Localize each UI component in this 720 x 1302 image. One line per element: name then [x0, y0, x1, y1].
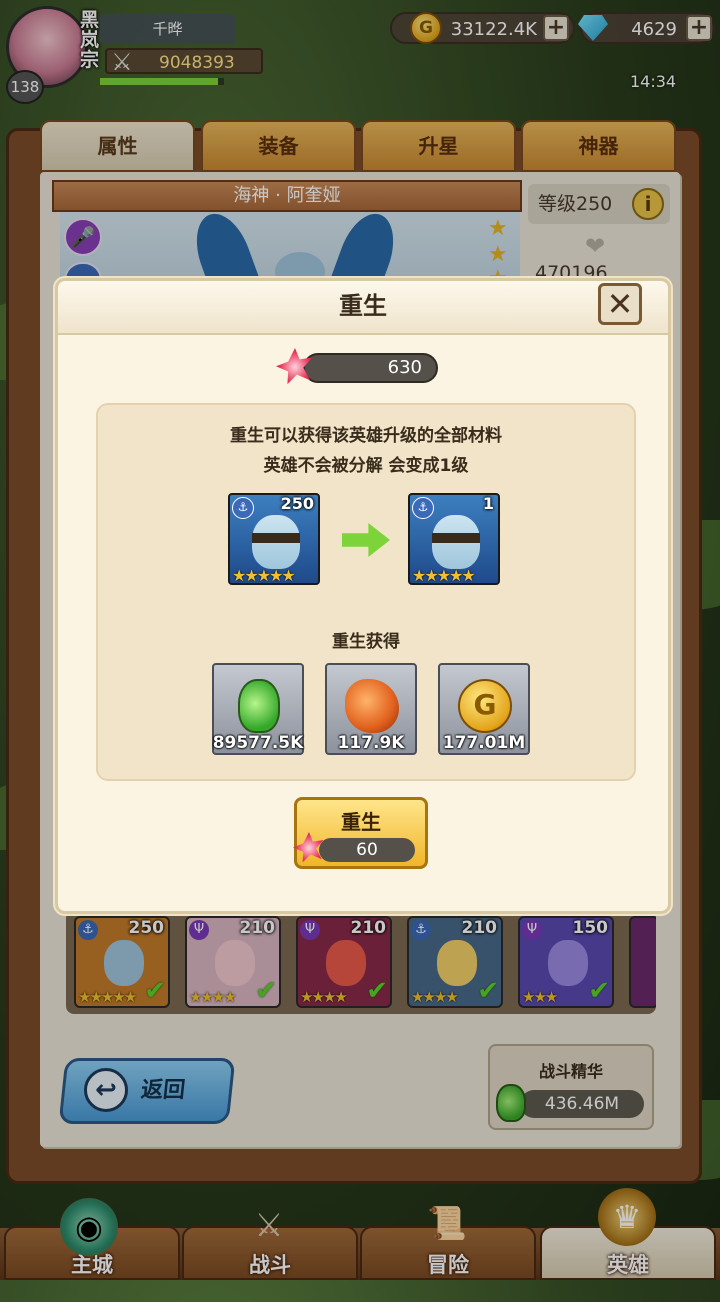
ore-icon [345, 679, 399, 733]
reward-potion[interactable]: 89577.5K [212, 663, 304, 755]
rebirth-currency-counter: 630 [303, 353, 438, 383]
hero-after-level: 1 [482, 494, 494, 513]
close-icon[interactable]: ✕ [598, 283, 642, 325]
potion-icon [238, 679, 280, 733]
hero-blindfold [252, 533, 300, 543]
dialog-title: 重生 [339, 292, 387, 320]
gold-coin-icon: G [458, 679, 512, 733]
hero-stars: ★★★★★ [232, 566, 296, 585]
rebirth-rewards-title: 重生获得 [332, 632, 400, 652]
reward-amount: 117.9K [337, 733, 405, 753]
anchor-icon: ⚓ [232, 497, 254, 519]
arrow-right-icon [342, 523, 390, 557]
rebirth-button[interactable]: 重生 60 [293, 797, 428, 869]
rebirth-description-note: 英雄不会被分解 会变成1级 [263, 456, 469, 476]
hero-after-card: ⚓ 1 ★★★★★ [408, 493, 500, 585]
rebirth-dialog: 重生 ✕ 630 重生可以获得该英雄升级的全部材料 英雄不会被分解 会变成1级 … [55, 278, 671, 914]
hero-before-level: 250 [280, 494, 314, 513]
rebirth-button-cost: 60 [319, 838, 415, 862]
rebirth-info-panel: 重生可以获得该英雄升级的全部材料 英雄不会被分解 会变成1级 ⚓ 250 ★★★… [96, 403, 636, 781]
rebirth-button-label: 重生 [341, 810, 381, 834]
hero-blindfold [432, 533, 480, 543]
reward-gold[interactable]: G 177.01M [438, 663, 530, 755]
anchor-icon: ⚓ [412, 497, 434, 519]
reward-ore[interactable]: 117.9K [325, 663, 417, 755]
reward-amount: 177.01M [442, 733, 526, 753]
reward-amount: 89577.5K [212, 733, 304, 753]
hero-before-card: ⚓ 250 ★★★★★ [228, 493, 320, 585]
rebirth-description: 重生可以获得该英雄升级的全部材料 [230, 426, 502, 446]
hero-stars: ★★★★★ [412, 566, 476, 585]
